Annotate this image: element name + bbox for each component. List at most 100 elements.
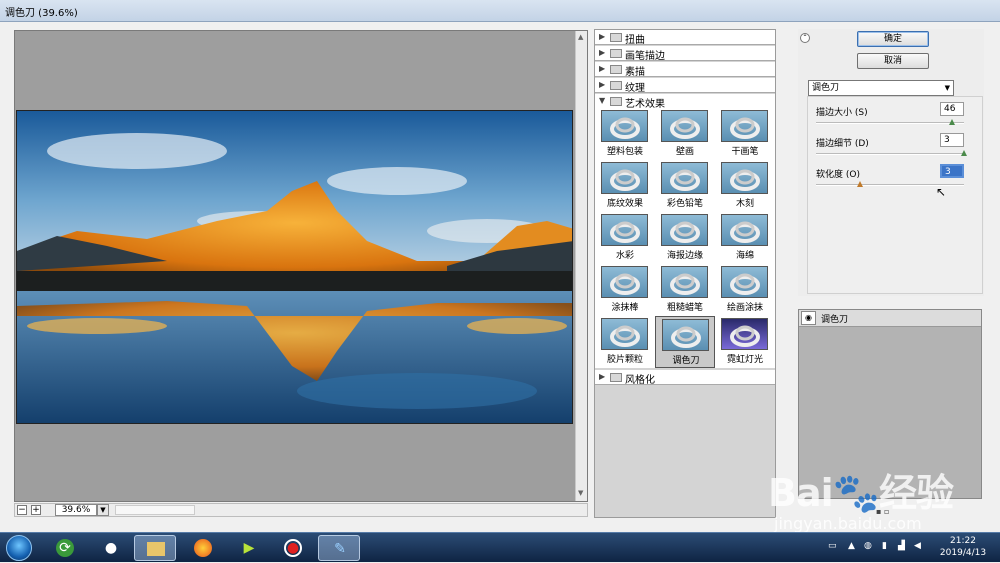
stroke-size-slider-knob[interactable] (949, 119, 956, 125)
new-effect-layer-icon[interactable]: ▪ (876, 507, 881, 516)
category-stylize[interactable]: ▶ 风格化 (595, 370, 775, 386)
filter-thumb-neon-glow[interactable]: 霓虹灯光 (715, 316, 775, 368)
thumb-label: 霓虹灯光 (726, 355, 763, 365)
title-bar: 调色刀 (39.6%) (0, 0, 1000, 22)
preview-image (16, 110, 573, 424)
stroke-detail-slider[interactable] (816, 153, 964, 155)
zoom-in-button[interactable]: + (31, 505, 41, 515)
zoom-dropdown-icon[interactable]: ▼ (97, 504, 109, 516)
softness-input[interactable]: 3 (940, 164, 964, 178)
clock-date: 2019/4/13 (939, 548, 987, 558)
thumbnail-image (721, 266, 768, 298)
play-icon: ▶ (243, 540, 255, 556)
folder-icon (610, 33, 622, 42)
category-texture[interactable]: ▶ 纹理 (595, 78, 775, 94)
scroll-down-arrow-icon[interactable]: ▼ (578, 489, 583, 497)
delete-effect-layer-icon[interactable]: ▫ (884, 507, 889, 516)
filter-thumb-plastic-wrap[interactable]: 塑料包装 (595, 108, 655, 160)
volume-icon[interactable]: ◀ (914, 541, 921, 551)
thumb-label: 涂抹棒 (611, 303, 639, 313)
effect-layer-name: 调色刀 (821, 315, 849, 325)
clock-time: 21:22 (950, 536, 976, 546)
effect-layer-row[interactable]: ◉ 调色刀 (799, 310, 981, 327)
filter-thumb-watercolor[interactable]: 水彩 (595, 212, 655, 264)
param-label-stroke-detail: 描边细节 (D) (816, 139, 869, 149)
filter-thumb-dry-brush[interactable]: 干画笔 (715, 108, 775, 160)
category-label: 风格化 (625, 375, 655, 386)
mouse-cursor-icon: ↖ (936, 185, 947, 199)
thumbnail-image (601, 266, 648, 298)
thumbnail-image (721, 214, 768, 246)
taskbar-app-firefox[interactable] (182, 535, 224, 561)
thumb-label: 彩色铅笔 (666, 199, 703, 209)
show-hidden-icons-icon[interactable]: ▲ (848, 541, 855, 551)
filter-select-value: 调色刀 (812, 83, 840, 93)
stroke-size-slider[interactable] (816, 122, 964, 124)
thumb-label: 底纹效果 (606, 199, 643, 209)
thumb-label: 塑料包装 (606, 147, 643, 157)
thumb-label: 海绵 (735, 251, 754, 261)
stroke-detail-slider-knob[interactable] (961, 150, 967, 156)
filter-thumb-rough-pastels[interactable]: 粗糙蜡笔 (655, 264, 715, 316)
preview-vertical-scrollbar[interactable]: ▲ ▼ (575, 31, 587, 501)
filter-thumb-fresco[interactable]: 壁画 (655, 108, 715, 160)
collapsed-triangle-icon: ▶ (599, 64, 606, 73)
thumb-label: 调色刀 (672, 356, 700, 366)
filter-thumb-sponge[interactable]: 海绵 (715, 212, 775, 264)
filter-select[interactable]: 调色刀 ▼ (808, 80, 954, 96)
param-label-stroke-size: 描边大小 (S) (816, 108, 868, 118)
cancel-button[interactable]: 取消 (857, 53, 929, 69)
feather-icon: ✎ (334, 541, 346, 557)
thumb-label: 绘画涂抹 (726, 303, 763, 313)
category-distort[interactable]: ▶ 扭曲 (595, 30, 775, 46)
network-icon[interactable]: ▟ (898, 541, 905, 551)
category-label: 纹理 (625, 83, 645, 94)
taskbar-app-360[interactable]: ⟳ (44, 535, 86, 561)
thumbnail-image (721, 318, 768, 350)
filter-thumb-cutout[interactable]: 木刻 (715, 160, 775, 212)
taskbar-app-qq[interactable]: ● (90, 535, 132, 561)
filter-thumb-palette-knife[interactable]: 调色刀 (655, 316, 715, 368)
filter-thumb-colored-pencil[interactable]: 彩色铅笔 (655, 160, 715, 212)
filter-thumb-smudge-stick[interactable]: 涂抹棒 (595, 264, 655, 316)
filter-thumb-poster-edges[interactable]: 海报边缘 (655, 212, 715, 264)
thumbnail-image (661, 266, 708, 298)
filter-thumb-underpainting[interactable]: 底纹效果 (595, 160, 655, 212)
category-label: 扭曲 (625, 35, 645, 46)
taskbar-app-photoshop[interactable]: ✎ (318, 535, 360, 561)
preview-status-bar: − + 39.6% ▼ (14, 503, 588, 517)
thumb-label: 海报边缘 (666, 251, 703, 261)
layer-footer-icons: ▪ ▫ (876, 507, 916, 517)
taskbar-app-explorer[interactable] (134, 535, 176, 561)
thumb-label: 壁画 (675, 147, 694, 157)
param-label-softness: 软化度 (O) (816, 170, 860, 180)
eye-visibility-icon[interactable]: ◉ (801, 311, 816, 325)
stroke-size-input[interactable]: 46 (940, 102, 964, 116)
category-brush-strokes[interactable]: ▶ 画笔描边 (595, 46, 775, 62)
keyboard-icon[interactable]: ▭ (828, 541, 837, 551)
penguin-icon: ● (104, 540, 118, 556)
stroke-detail-input[interactable]: 3 (940, 133, 964, 147)
scroll-up-arrow-icon[interactable]: ▲ (578, 33, 583, 41)
preview-horizontal-scrollbar[interactable] (115, 505, 195, 515)
effect-layers-panel: ◉ 调色刀 (798, 309, 982, 499)
window-title: 调色刀 (39.6%) (5, 8, 78, 19)
battery-icon[interactable]: ▮ (882, 541, 887, 551)
taskbar-app-recorder[interactable]: ● (272, 535, 314, 561)
zoom-out-button[interactable]: − (17, 505, 27, 515)
taskbar-app-media[interactable]: ▶ (228, 535, 270, 561)
softness-slider-knob[interactable] (857, 181, 864, 187)
thumbnail-image (601, 318, 648, 350)
system-clock[interactable]: 21:22 2019/4/13 (938, 535, 988, 559)
ok-button[interactable]: 确定 (857, 31, 929, 47)
thumbnail-image (601, 214, 648, 246)
start-button[interactable] (6, 535, 32, 561)
wechat-icon[interactable]: ◍ (864, 541, 872, 551)
category-sketch[interactable]: ▶ 素描 (595, 62, 775, 78)
filter-thumb-film-grain[interactable]: 胶片颗粒 (595, 316, 655, 368)
thumbnail-image (721, 110, 768, 142)
category-artistic[interactable]: ▼ 艺术效果 (595, 94, 775, 110)
collapse-toggle-icon[interactable]: ⌃ (800, 33, 810, 43)
thumb-label: 水彩 (615, 251, 634, 261)
filter-thumb-paint-daubs[interactable]: 绘画涂抹 (715, 264, 775, 316)
